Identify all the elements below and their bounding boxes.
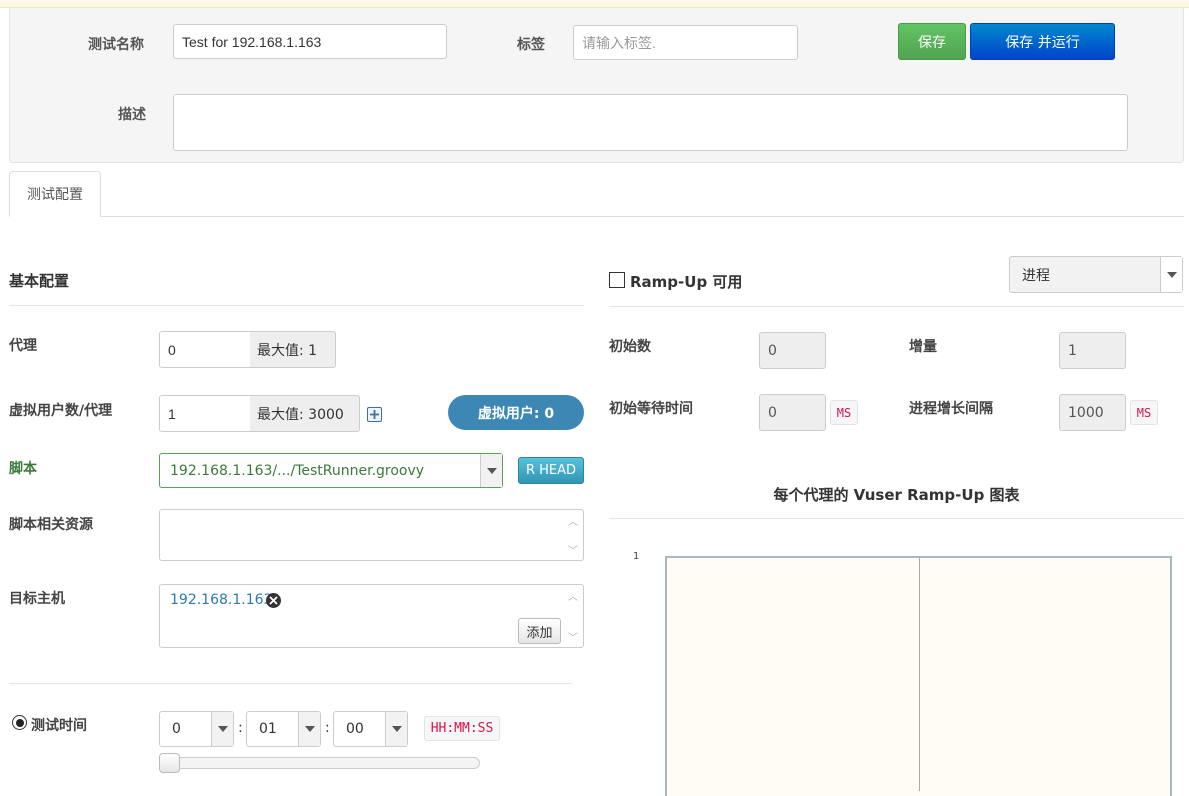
script-resources-list[interactable]: ︿ ﹀ <box>159 509 584 561</box>
add-host-button[interactable]: 添加 <box>518 618 561 644</box>
duration-divider <box>9 683 572 684</box>
interval-unit: MS <box>1130 400 1158 425</box>
increment-input[interactable]: 1 <box>1059 332 1126 369</box>
dropdown-arrow-icon[interactable] <box>480 454 502 487</box>
time-separator: : <box>238 720 243 736</box>
script-resources-label: 脚本相关资源 <box>9 517 93 533</box>
basic-config-divider <box>9 305 584 306</box>
duration-label: 测试时间 <box>31 718 87 734</box>
hours-value: 0 <box>172 721 181 737</box>
dropdown-arrow-icon[interactable] <box>385 712 407 746</box>
chart-y-tick: 1 <box>633 551 640 562</box>
initial-sleep-label: 初始等待时间 <box>609 401 693 417</box>
duration-slider-handle[interactable] <box>159 753 180 773</box>
target-host-entry[interactable]: 192.168.1.163 <box>170 592 272 608</box>
seconds-select[interactable]: 00 <box>333 711 408 747</box>
agent-max-addon: 最大值: 1 <box>250 331 336 368</box>
scroll-up-icon[interactable]: ︿ <box>567 588 579 603</box>
description-label: 描述 <box>118 107 146 123</box>
interval-label: 进程增长间隔 <box>909 401 993 417</box>
tab-test-config[interactable]: 测试配置 <box>9 171 101 217</box>
expand-icon[interactable] <box>367 407 382 422</box>
minutes-select[interactable]: 01 <box>246 711 321 747</box>
vuser-per-agent-input[interactable]: 1 <box>159 395 251 432</box>
script-label: 脚本 <box>9 461 37 477</box>
tag-input[interactable]: 请输入标签. <box>573 25 798 60</box>
remove-host-icon[interactable] <box>266 593 281 608</box>
rampup-mode-value: 进程 <box>1022 267 1050 284</box>
interval-input[interactable]: 1000 <box>1059 394 1126 431</box>
time-format-hint: HH:MM:SS <box>424 716 500 741</box>
scroll-down-icon[interactable]: ﹀ <box>567 542 579 557</box>
initial-sleep-unit: MS <box>830 400 858 425</box>
duration-slider-track[interactable] <box>159 757 480 769</box>
initial-count-label: 初始数 <box>609 339 651 355</box>
rampup-divider <box>609 306 1184 307</box>
increment-label: 增量 <box>909 339 937 355</box>
rampup-enabled-label: Ramp-Up 可用 <box>630 273 743 291</box>
vuser-max-addon: 最大值: 3000 <box>250 395 360 432</box>
chart-grid-line <box>919 558 920 791</box>
tab-bar-divider <box>9 216 1184 217</box>
test-name-input[interactable]: Test for 192.168.1.163 <box>173 24 447 59</box>
total-vuser-badge: 虚拟用户: 0 <box>448 395 584 430</box>
script-revision-button[interactable]: R HEAD <box>518 457 584 484</box>
seconds-value: 00 <box>346 721 364 737</box>
rampup-checkbox[interactable] <box>609 272 625 288</box>
target-host-label: 目标主机 <box>9 591 65 607</box>
save-and-run-button[interactable]: 保存 并运行 <box>970 23 1115 60</box>
rampup-chart-title: 每个代理的 Vuser Ramp-Up 图表 <box>773 486 1020 504</box>
vuser-per-agent-label: 虚拟用户数/代理 <box>9 403 113 419</box>
tag-label: 标签 <box>517 37 545 53</box>
initial-sleep-input[interactable]: 0 <box>759 394 826 431</box>
initial-count-input[interactable]: 0 <box>759 332 826 369</box>
rampup-mode-select[interactable]: 进程 <box>1009 256 1183 293</box>
minutes-value: 01 <box>259 721 277 737</box>
duration-radio[interactable] <box>12 715 27 730</box>
basic-config-title: 基本配置 <box>9 272 70 290</box>
save-button[interactable]: 保存 <box>898 23 966 60</box>
script-select-value: 192.168.1.163/.../TestRunner.groovy <box>170 462 425 479</box>
time-separator: : <box>325 720 330 736</box>
agent-count-input[interactable]: 0 <box>159 331 251 368</box>
agent-label: 代理 <box>9 338 37 354</box>
chart-title-divider <box>609 518 1184 519</box>
test-name-label: 测试名称 <box>88 37 144 53</box>
scroll-up-icon[interactable]: ︿ <box>567 513 579 528</box>
dropdown-arrow-icon[interactable] <box>1160 257 1182 292</box>
dropdown-arrow-icon[interactable] <box>298 712 320 746</box>
notice-strip <box>0 0 1189 8</box>
description-input[interactable] <box>173 94 1128 151</box>
hours-select[interactable]: 0 <box>159 711 234 747</box>
script-select[interactable]: 192.168.1.163/.../TestRunner.groovy <box>159 453 503 488</box>
scroll-down-icon[interactable]: ﹀ <box>567 629 579 644</box>
dropdown-arrow-icon[interactable] <box>211 712 233 746</box>
